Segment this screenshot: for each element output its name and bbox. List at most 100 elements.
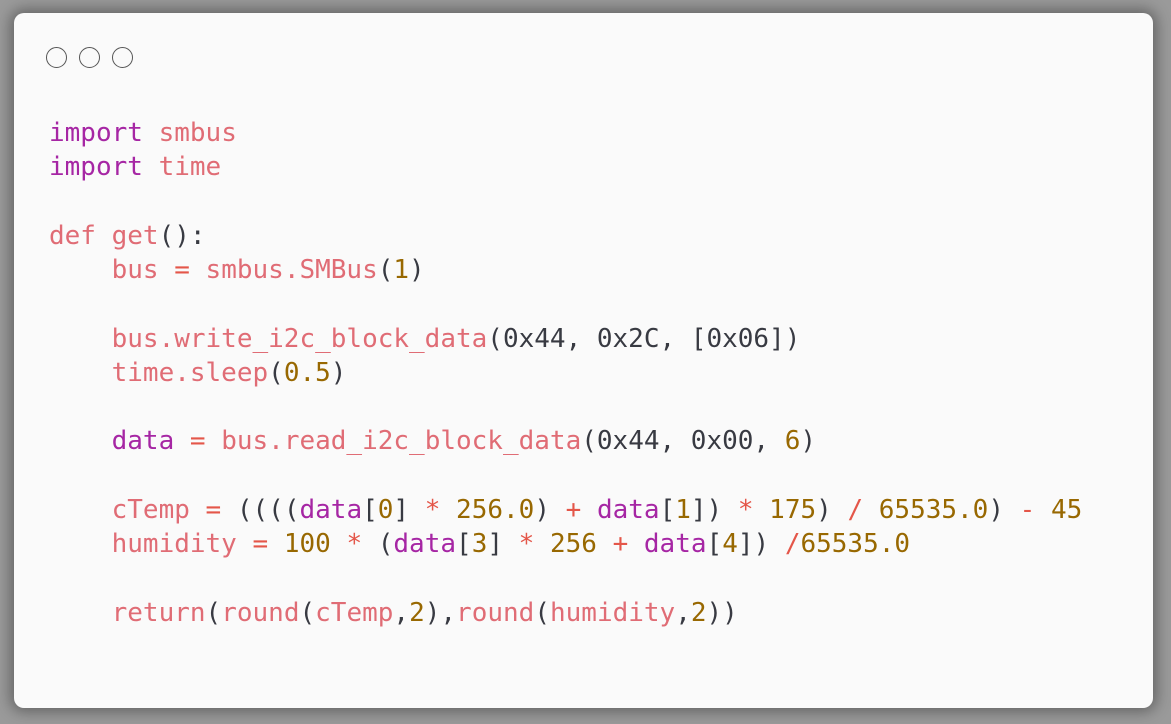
code-token: )) bbox=[706, 597, 738, 628]
code-line: ​ bbox=[49, 561, 1082, 595]
code-token: 45 bbox=[1050, 494, 1083, 525]
code-line: cTemp = ((((data[0] * 256.0) + data[1]) … bbox=[49, 493, 1083, 527]
code-token: ( bbox=[205, 597, 222, 628]
code-token: 4 bbox=[722, 529, 738, 559]
code-token: ), bbox=[424, 597, 457, 628]
code-token: / bbox=[847, 494, 864, 525]
code-token: 256 bbox=[549, 529, 597, 559]
code-token: ( bbox=[377, 255, 394, 285]
code-token: [ bbox=[706, 529, 723, 559]
code-line: ​ bbox=[49, 287, 1082, 321]
code-token: ) bbox=[534, 494, 566, 525]
code-token: cTemp bbox=[49, 494, 190, 525]
code-token: time.sleep bbox=[49, 357, 269, 388]
code-line: bus = smbus.SMBus(1) bbox=[49, 253, 1082, 287]
window-dot-close-icon[interactable] bbox=[46, 47, 67, 68]
code-line: ​ bbox=[49, 459, 1082, 493]
code-token: round bbox=[456, 597, 535, 628]
code-token: * bbox=[346, 529, 363, 559]
code-token: 100 bbox=[283, 529, 331, 559]
code-token: [ bbox=[456, 529, 472, 559]
code-token: + bbox=[612, 529, 629, 559]
code-token: ]) bbox=[690, 494, 738, 525]
code-line: ​ bbox=[49, 390, 1082, 424]
code-line: time.sleep(0.5) bbox=[49, 356, 1082, 390]
code-token: get bbox=[111, 220, 159, 251]
code-token: humidity bbox=[49, 529, 237, 559]
code-token: * bbox=[424, 494, 441, 525]
code-token: , bbox=[393, 597, 410, 628]
code-token: 65535.0 bbox=[800, 529, 911, 559]
code-token: ( bbox=[268, 357, 284, 388]
window-dot-minimize-icon[interactable] bbox=[79, 47, 100, 68]
code-token: ) bbox=[409, 255, 425, 285]
code-token: = bbox=[158, 255, 206, 285]
code-token: cTemp bbox=[315, 597, 394, 628]
code-token: data bbox=[643, 529, 707, 559]
code-token: (0x44, 0x2C, [0x06]) bbox=[487, 323, 801, 354]
code-token: data bbox=[596, 494, 660, 525]
code-token: 2 bbox=[690, 597, 707, 628]
code-token: ] bbox=[487, 529, 519, 559]
code-token: bus bbox=[49, 255, 159, 285]
code-window: import smbusimport time ​ def get(): bus =… bbox=[14, 13, 1153, 708]
code-token: return bbox=[49, 597, 206, 628]
code-token: (((( bbox=[236, 494, 300, 525]
code-token: humidity bbox=[549, 597, 676, 628]
code-token: ) bbox=[330, 357, 347, 388]
code-token: 1 bbox=[393, 255, 410, 285]
code-token: ] bbox=[393, 494, 425, 525]
code-token: (): bbox=[158, 220, 206, 251]
code-token: data bbox=[49, 426, 175, 457]
code-token: import bbox=[49, 152, 143, 183]
code-token: ( bbox=[534, 597, 550, 628]
code-line: import smbus bbox=[49, 116, 1082, 150]
code-token: = bbox=[189, 494, 237, 525]
code-line: import time bbox=[49, 150, 1082, 184]
code-token: 0 bbox=[377, 494, 394, 525]
code-token: / bbox=[784, 529, 801, 559]
code-token: [ bbox=[362, 494, 378, 525]
code-token: ]) bbox=[737, 529, 785, 559]
code-token: + bbox=[565, 494, 582, 525]
code-block[interactable]: import smbusimport time ​ def get(): bus =… bbox=[49, 116, 1082, 630]
code-token: ) bbox=[816, 494, 848, 525]
code-token: 1 bbox=[675, 494, 691, 525]
code-token: (0x44, 0x00, bbox=[581, 426, 785, 457]
code-token: ( bbox=[362, 529, 394, 559]
code-token: data bbox=[393, 529, 457, 559]
code-line: humidity = 100 * (data[3] * 256 + data[4… bbox=[49, 527, 1082, 561]
code-token: 175 bbox=[769, 494, 817, 525]
code-token: - bbox=[1019, 494, 1036, 525]
code-token: smbus.SMBus bbox=[205, 255, 378, 285]
code-token: bus.read_i2c_block_data bbox=[221, 426, 582, 457]
code-token: round bbox=[221, 597, 300, 628]
code-token: , bbox=[675, 597, 691, 628]
code-token: * bbox=[518, 529, 535, 559]
code-token: 256.0 bbox=[456, 494, 535, 525]
code-token: time bbox=[158, 152, 222, 183]
code-line: def get(): bbox=[49, 219, 1082, 253]
window-dot-maximize-icon[interactable] bbox=[112, 47, 133, 68]
code-token: [ bbox=[659, 494, 676, 525]
code-token: ) bbox=[800, 426, 817, 457]
code-line: data = bus.read_i2c_block_data(0x44, 0x0… bbox=[49, 424, 1082, 458]
code-token: * bbox=[737, 494, 754, 525]
code-line: return(round(cTemp,2),round(humidity,2)) bbox=[49, 596, 1082, 630]
code-token: smbus bbox=[158, 118, 237, 148]
code-token: = bbox=[236, 529, 284, 559]
code-token: ) bbox=[988, 494, 1020, 525]
code-token: ( bbox=[299, 597, 316, 628]
